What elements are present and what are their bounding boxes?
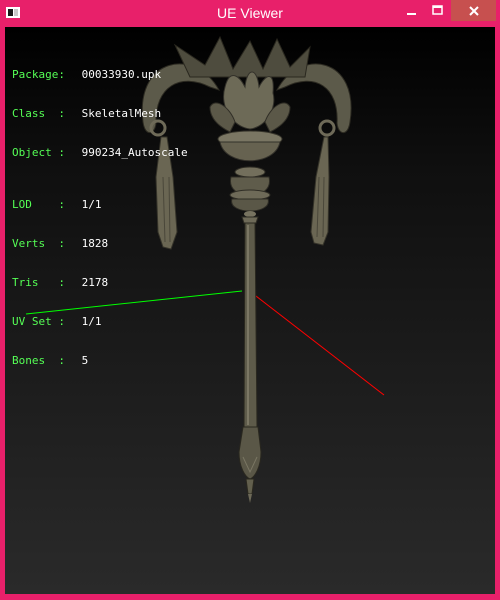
minimize-button[interactable] [399, 0, 425, 21]
info-row-class: Class : SkeletalMesh [12, 107, 162, 120]
minimize-icon [407, 12, 416, 15]
maximize-icon [432, 5, 443, 15]
stat-row-uvset: UV Set : 1/1 [12, 315, 102, 328]
close-button[interactable] [451, 0, 496, 21]
axis-x-line [251, 292, 385, 396]
maximize-button[interactable] [425, 0, 451, 21]
stat-row-lod: LOD : 1/1 [12, 198, 102, 211]
info-row-package: Package: 00033930.upk [12, 68, 162, 81]
info-row-object: Object : 990234_Autoscale [12, 146, 188, 159]
3d-viewport[interactable]: Package: 00033930.upk Class : SkeletalMe… [5, 27, 495, 594]
title-bar[interactable]: UE Viewer [0, 0, 500, 27]
stat-row-tris: Tris : 2178 [12, 276, 109, 289]
stat-row-bones: Bones : 5 [12, 354, 89, 367]
app-window: UE Viewer Package: 00033930.upk Class: … [0, 0, 500, 600]
stat-row-verts: Verts : 1828 [12, 237, 109, 250]
close-icon [468, 5, 479, 16]
mesh-info-overlay: Package: 00033930.upk Class : SkeletalMe… [12, 42, 188, 393]
